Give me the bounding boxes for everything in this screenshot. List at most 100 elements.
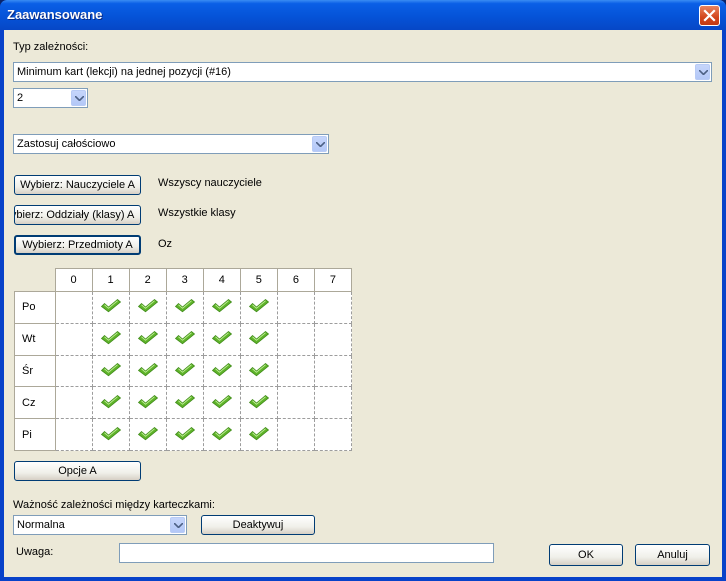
chevron-down-icon[interactable] (71, 90, 86, 106)
grid-cell[interactable] (128, 291, 167, 324)
note-input[interactable] (119, 543, 494, 563)
day-row: Po (14, 291, 353, 324)
title-bar[interactable]: Zaawansowane (0, 0, 726, 30)
grid-cell[interactable] (54, 322, 93, 356)
deactivate-button[interactable]: Deaktywuj (201, 515, 315, 535)
grid-cell[interactable] (54, 386, 93, 420)
grid-cell[interactable] (239, 386, 278, 420)
checkmark-icon (248, 426, 269, 440)
day-header[interactable]: Cz (14, 386, 56, 420)
grid-cell[interactable] (239, 291, 278, 324)
close-button[interactable] (699, 5, 720, 26)
grid-cell[interactable] (165, 386, 204, 420)
checkmark-icon (174, 299, 195, 313)
checkmark-icon (137, 426, 158, 440)
importance-label: Ważność zależności między karteczkami: (13, 499, 215, 511)
grid-cell[interactable] (91, 291, 130, 324)
dialog-window: Zaawansowane Typ zależności: Minimum kar… (0, 0, 726, 581)
grid-cell[interactable] (91, 418, 130, 451)
grid-cell[interactable] (202, 386, 241, 420)
grid-cell[interactable] (165, 322, 204, 356)
dependency-type-select[interactable]: Minimum kart (lekcji) na jednej pozycji … (13, 62, 712, 82)
period-header-7[interactable]: 7 (313, 268, 353, 292)
grid-cell[interactable] (202, 322, 241, 356)
dependency-type-label: Typ zależności: (13, 41, 89, 53)
teachers-value: Wszyscy nauczyciele (158, 177, 262, 189)
checkmark-icon (137, 331, 158, 345)
day-row: Wt (14, 322, 353, 356)
grid-cell[interactable] (276, 386, 315, 420)
checkmark-icon (174, 362, 195, 377)
ok-button[interactable]: OK (549, 544, 623, 566)
grid-cell[interactable] (91, 354, 130, 388)
grid-cell[interactable] (276, 322, 315, 356)
grid-cell[interactable] (239, 354, 278, 388)
period-header-4[interactable]: 4 (202, 268, 241, 292)
grid-cell[interactable] (54, 291, 93, 324)
grid-header-row: 01234567 (15, 268, 353, 292)
select-classes-button[interactable]: Wybierz: Oddziały (klasy) A (14, 205, 141, 225)
note-label: Uwaga: (16, 546, 54, 558)
period-header-5[interactable]: 5 (239, 268, 278, 292)
grid-cell[interactable] (276, 354, 315, 388)
subjects-value: Oz (158, 238, 173, 250)
grid-cell[interactable] (313, 291, 353, 324)
grid-cell[interactable] (239, 322, 278, 356)
period-header-2[interactable]: 2 (128, 268, 167, 292)
chevron-down-icon[interactable] (170, 517, 185, 533)
period-header-3[interactable]: 3 (165, 268, 204, 292)
day-header[interactable]: Po (14, 291, 56, 324)
checkmark-icon (248, 394, 269, 409)
apply-mode-value: Zastosuj całościowo (17, 138, 116, 150)
grid-cell[interactable] (128, 418, 167, 451)
grid-cell[interactable] (313, 386, 353, 420)
chevron-down-icon[interactable] (695, 64, 710, 80)
close-icon (703, 9, 716, 22)
checkmark-icon (174, 426, 195, 440)
day-header[interactable]: Śr (14, 354, 56, 388)
grid-cell[interactable] (202, 418, 241, 451)
chevron-down-icon[interactable] (312, 136, 327, 152)
period-header-6[interactable]: 6 (276, 268, 315, 292)
grid-cell[interactable] (54, 418, 93, 451)
grid-cell[interactable] (165, 291, 204, 324)
grid-cell[interactable] (276, 418, 315, 451)
options-button[interactable]: Opcje A (14, 461, 141, 481)
grid-cell[interactable] (313, 322, 353, 356)
grid-cell[interactable] (91, 322, 130, 356)
grid-cell[interactable] (276, 291, 315, 324)
day-header[interactable]: Wt (14, 322, 56, 356)
day-row: Śr (14, 354, 353, 388)
count-value: 2 (17, 92, 24, 104)
grid-cell[interactable] (313, 418, 353, 451)
grid-cell[interactable] (128, 354, 167, 388)
checkmark-icon (100, 394, 121, 409)
grid-cell[interactable] (202, 291, 241, 324)
dialog-body: Typ zależności: Minimum kart (lekcji) na… (4, 30, 722, 577)
day-row: Pi (14, 418, 353, 451)
count-select[interactable]: 2 (13, 88, 88, 108)
grid-cell[interactable] (165, 354, 204, 388)
checkmark-icon (248, 299, 269, 313)
checkmark-icon (174, 394, 195, 409)
grid-cell[interactable] (128, 322, 167, 356)
grid-cell[interactable] (239, 418, 278, 451)
grid-cell[interactable] (313, 354, 353, 388)
dependency-type-value: Minimum kart (lekcji) na jednej pozycji … (17, 66, 231, 78)
select-teachers-button[interactable]: Wybierz: Nauczyciele A (14, 175, 141, 195)
period-header-1[interactable]: 1 (91, 268, 130, 292)
select-subjects-button[interactable]: Wybierz: Przedmioty A (14, 235, 141, 255)
grid-cell[interactable] (54, 354, 93, 388)
grid-cell[interactable] (202, 354, 241, 388)
day-header[interactable]: Pi (14, 418, 56, 451)
checkmark-icon (211, 299, 232, 313)
cancel-button[interactable]: Anuluj (635, 544, 710, 566)
importance-select[interactable]: Normalna (13, 515, 187, 535)
apply-mode-select[interactable]: Zastosuj całościowo (13, 134, 329, 154)
grid-cell[interactable] (165, 418, 204, 451)
grid-cell[interactable] (128, 386, 167, 420)
importance-value: Normalna (17, 519, 65, 531)
period-header-0[interactable]: 0 (54, 268, 93, 292)
checkmark-icon (248, 362, 269, 377)
grid-cell[interactable] (91, 386, 130, 420)
